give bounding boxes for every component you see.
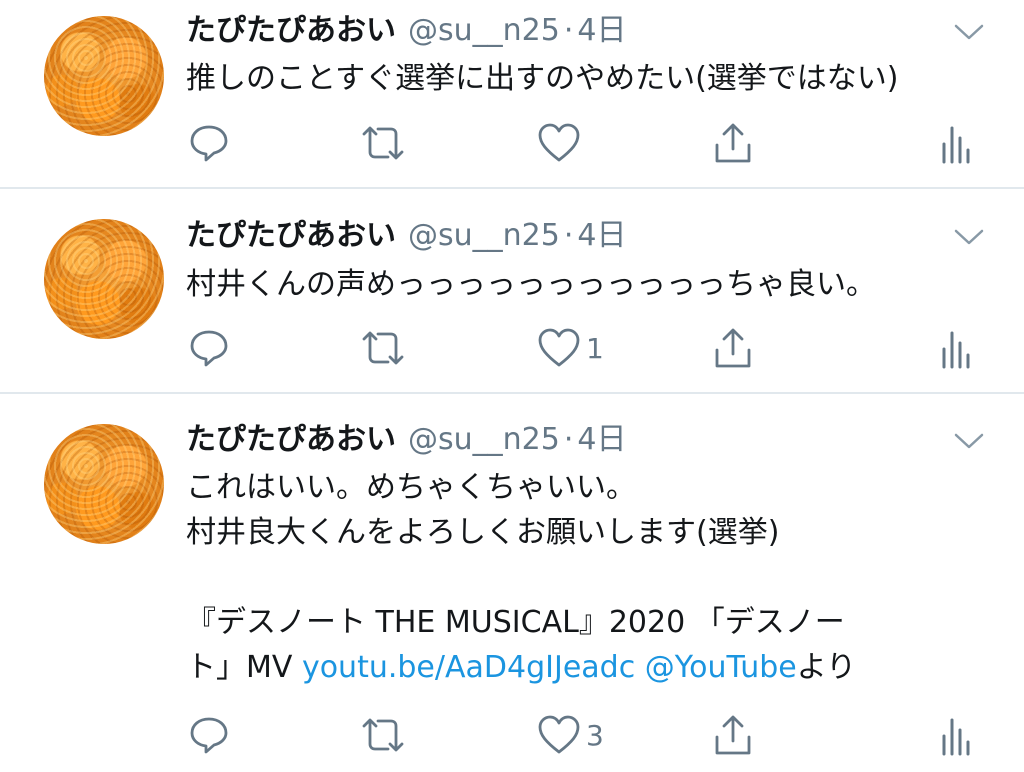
like-count: 1 — [586, 331, 604, 365]
avatar[interactable] — [44, 219, 164, 339]
retweet-button[interactable] — [358, 710, 408, 760]
tweet[interactable]: たぴたぴあおい @su__n25 · 4日 村井くんの声めっっっっっっっっっっっちゃ良… — [0, 189, 1024, 392]
user-handle[interactable]: @su__n25 — [408, 422, 560, 457]
analytics-icon — [942, 331, 970, 369]
chevron-down-icon[interactable] — [952, 20, 986, 44]
timestamp[interactable]: 4日 — [577, 13, 626, 48]
reply-button[interactable] — [188, 118, 230, 168]
tweet-text-line: 村井良大くんをよろしくお願いします(選挙) — [186, 515, 780, 550]
chevron-down-icon[interactable] — [952, 225, 986, 249]
analytics-icon — [942, 718, 970, 756]
like-button[interactable]: 3 — [536, 710, 604, 760]
youtube-link[interactable]: youtu.be/AaD4gIJeadc — [302, 650, 635, 685]
like-button[interactable] — [536, 118, 586, 168]
like-icon — [538, 715, 580, 754]
tweet-header: たぴたぴあおい @su__n25 · 4日 — [186, 217, 626, 255]
like-icon — [538, 328, 580, 367]
tweet-actions: 3 — [0, 710, 1024, 760]
like-button[interactable]: 1 — [536, 323, 604, 373]
retweet-button[interactable] — [358, 118, 408, 168]
dot-separator: · — [563, 422, 574, 457]
share-icon — [715, 715, 751, 755]
tweet-header: たぴたぴあおい @su__n25 · 4日 — [186, 421, 626, 459]
retweet-icon — [362, 718, 404, 752]
reply-button[interactable] — [188, 710, 230, 760]
tweet-text-line: これはいい。めちゃくちゃいい。 — [186, 470, 636, 505]
analytics-button[interactable] — [940, 118, 972, 168]
user-handle[interactable]: @su__n25 — [408, 13, 560, 48]
reply-icon — [190, 330, 228, 367]
display-name[interactable]: たぴたぴあおい — [186, 218, 396, 253]
tweet-text-line: 『デスノート THE MUSICAL』2020 「デスノー — [186, 605, 845, 640]
display-name[interactable]: たぴたぴあおい — [186, 422, 396, 457]
timestamp[interactable]: 4日 — [577, 422, 626, 457]
tweet[interactable]: たぴたぴあおい @su__n25 · 4日 これはいい。めちゃくちゃいい。 村井良大く… — [0, 394, 1024, 772]
analytics-button[interactable] — [940, 323, 972, 373]
retweet-button[interactable] — [358, 323, 408, 373]
tweet-text-line: ト」MV youtu.be/AaD4gIJeadc @YouTubeより — [186, 645, 856, 690]
user-handle[interactable]: @su__n25 — [408, 218, 560, 253]
share-icon — [715, 328, 751, 368]
dot-separator: · — [563, 218, 574, 253]
reply-button[interactable] — [188, 323, 230, 373]
timestamp[interactable]: 4日 — [577, 218, 626, 253]
mention-link[interactable]: @YouTube — [645, 650, 797, 685]
analytics-button[interactable] — [940, 710, 972, 760]
display-name[interactable]: たぴたぴあおい — [186, 13, 396, 48]
share-button[interactable] — [712, 710, 754, 760]
tweet-text: これはいい。めちゃくちゃいい。 村井良大くんをよろしくお願いします(選挙) 『デ… — [186, 465, 856, 690]
reply-icon — [190, 125, 228, 162]
retweet-icon — [362, 331, 404, 365]
share-button[interactable] — [712, 323, 754, 373]
tweet-text-line: 村井くんの声めっっっっっっっっっっっちゃ良い。 — [186, 267, 876, 302]
reply-icon — [190, 717, 228, 754]
text-prefix: ト」MV — [186, 650, 302, 685]
like-icon — [538, 123, 580, 162]
tweet-actions — [0, 118, 1024, 168]
text-suffix: より — [796, 650, 857, 685]
tweet-text-line: 推しのことすぐ選挙に出すのやめたい(選挙ではない) — [186, 61, 899, 96]
tweet-actions: 1 — [0, 323, 1024, 373]
like-count: 3 — [586, 718, 604, 752]
tweet-header: たぴたぴあおい @su__n25 · 4日 — [186, 12, 626, 50]
tweet-text: 村井くんの声めっっっっっっっっっっっちゃ良い。 — [186, 262, 876, 307]
tweet-text: 推しのことすぐ選挙に出すのやめたい(選挙ではない) — [186, 56, 899, 101]
analytics-icon — [942, 126, 970, 164]
avatar[interactable] — [44, 424, 164, 544]
share-button[interactable] — [712, 118, 754, 168]
chevron-down-icon[interactable] — [952, 429, 986, 453]
dot-separator: · — [563, 13, 574, 48]
tweet[interactable]: たぴたぴあおい @su__n25 · 4日 推しのことすぐ選挙に出すのやめたい(選挙で… — [0, 0, 1024, 188]
retweet-icon — [362, 126, 404, 160]
share-icon — [715, 123, 751, 163]
